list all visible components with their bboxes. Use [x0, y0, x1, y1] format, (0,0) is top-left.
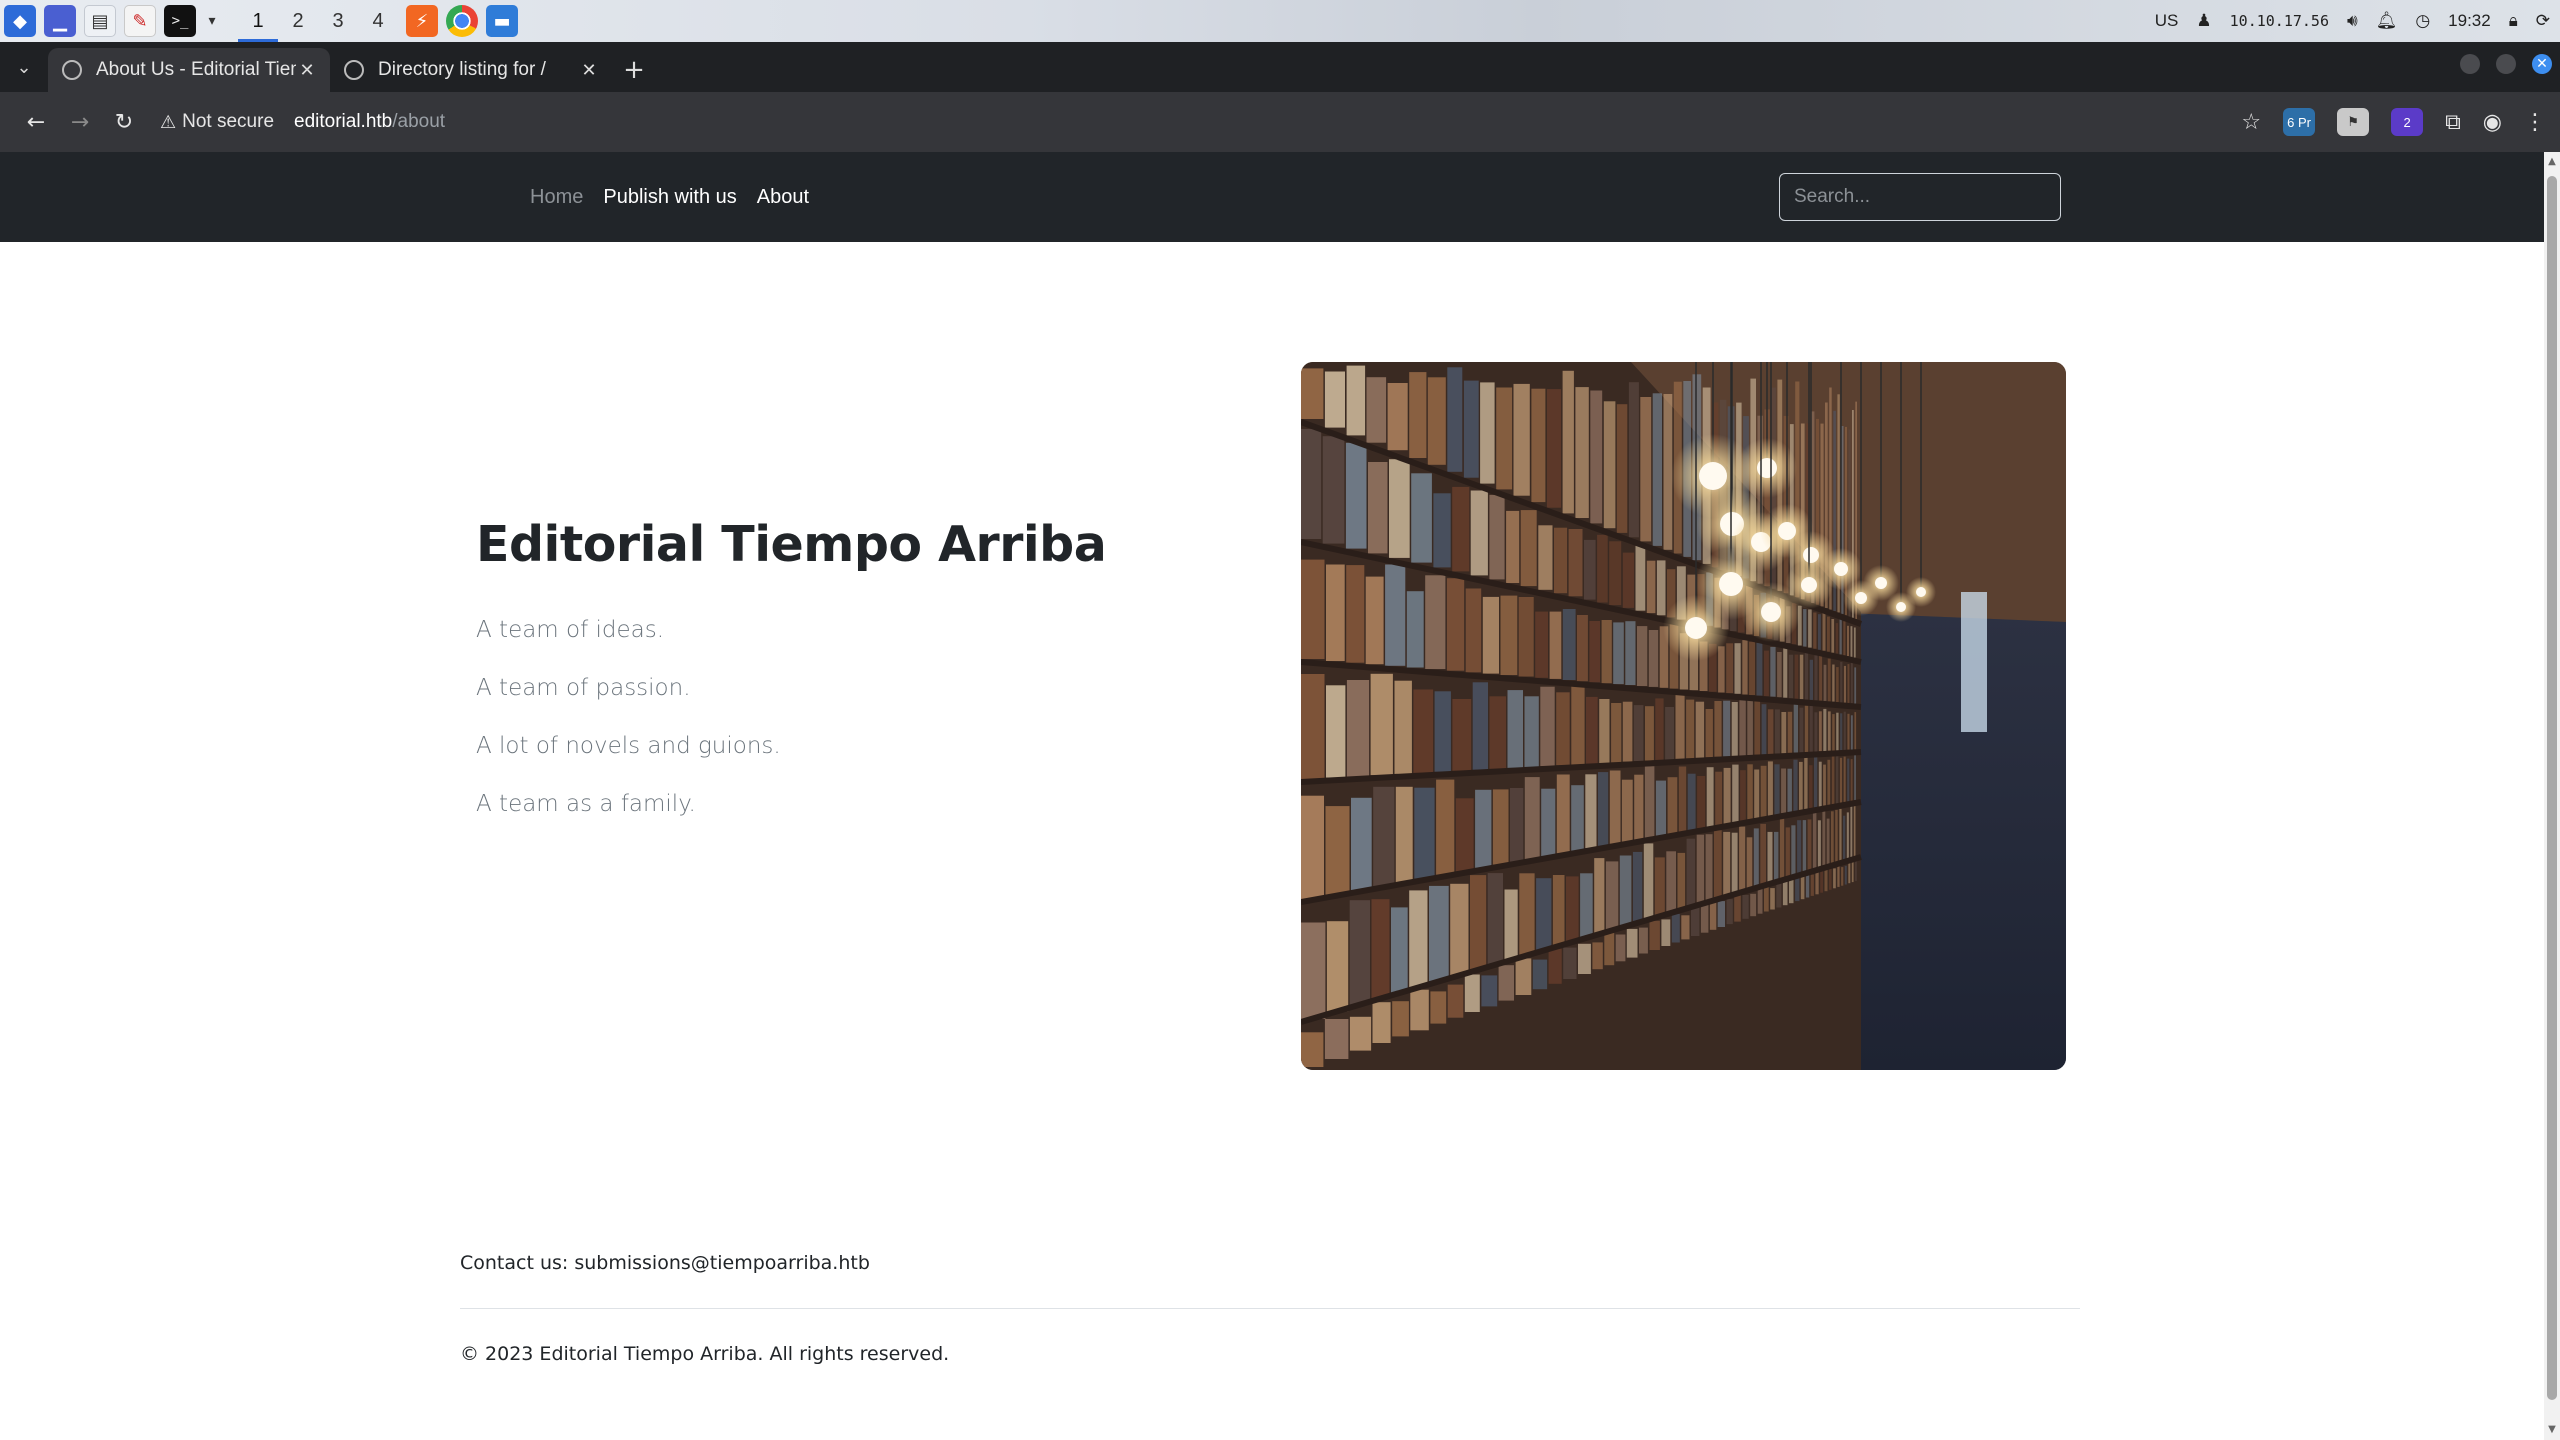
footer-copyright: © 2023 Editorial Tiempo Arriba. All righ… — [460, 1343, 950, 1365]
chrome-icon[interactable] — [446, 5, 478, 37]
profile-icon[interactable]: ◉ — [2483, 110, 2502, 135]
bookmark-star-icon[interactable]: ☆ — [2241, 110, 2261, 135]
folder-icon[interactable]: ▬ — [486, 5, 518, 37]
tab-directory-listing[interactable]: Directory listing for / ✕ — [330, 48, 612, 92]
power-icon[interactable]: ⟳ — [2536, 11, 2550, 31]
url-path: /about — [392, 111, 446, 132]
scroll-up-icon[interactable]: ▲ — [2544, 154, 2560, 170]
volume-icon[interactable]: 🔊︎ — [2347, 11, 2358, 31]
os-taskbar: ◆ ▁ ▤ ✎ >_ ▾ 1 2 3 4 ⚡ ▬ US ♟ 10.10.17.5… — [0, 0, 2560, 42]
browser-toolbar: ← → ↻ ⚠ Not secure editorial.htb /about … — [0, 92, 2560, 152]
kali-menu-icon[interactable]: ◆ — [4, 5, 36, 37]
library-illustration — [1301, 362, 2066, 1070]
library-bookshelf-image — [1301, 362, 2066, 1070]
workspace-4[interactable]: 4 — [358, 0, 398, 42]
nav-about-link[interactable]: About — [757, 186, 809, 209]
workspace-2[interactable]: 2 — [278, 0, 318, 42]
tab-about-us[interactable]: About Us - Editorial Tiem ✕ — [48, 48, 330, 92]
close-window-button[interactable]: ✕ — [2532, 54, 2552, 74]
back-button[interactable]: ← — [14, 100, 58, 144]
text-editor-icon[interactable]: ✎ — [124, 5, 156, 37]
tab-title: About Us - Editorial Tiem — [96, 59, 296, 80]
file-manager-icon[interactable]: ▤ — [84, 5, 116, 37]
chevron-down-icon[interactable]: ▾ — [204, 13, 220, 29]
clock-icon: ◷ — [2415, 11, 2431, 30]
search-input[interactable] — [1779, 173, 2061, 221]
warning-icon[interactable]: ⚠ — [160, 112, 176, 133]
forward-button[interactable]: → — [58, 100, 102, 144]
browser-tab-strip: ⌄ About Us - Editorial Tiem ✕ Directory … — [0, 42, 2560, 92]
page-scrollbar[interactable]: ▲ ▼ — [2544, 152, 2560, 1440]
new-tab-button[interactable]: + — [612, 48, 656, 92]
clock[interactable]: 19:32 — [2448, 11, 2491, 31]
nav-publish-link[interactable]: Publish with us — [603, 186, 736, 209]
proxy-extension-icon[interactable]: 6 Pr — [2283, 108, 2316, 136]
hero-line-4: A team as a family. — [476, 791, 696, 817]
vpn-icon[interactable]: ♟ — [2196, 11, 2211, 31]
footer-divider — [460, 1308, 2080, 1309]
footer-contact[interactable]: Contact us: submissions@tiempoarriba.htb — [460, 1252, 2080, 1274]
workspace-1[interactable]: 1 — [238, 0, 278, 42]
globe-icon — [344, 60, 364, 80]
globe-icon — [62, 60, 82, 80]
notification-bell-icon[interactable]: 🔔︎ — [2376, 11, 2398, 31]
security-label[interactable]: Not secure — [182, 111, 274, 133]
url-host: editorial.htb — [294, 111, 393, 132]
window-controls: ✕ — [2460, 54, 2552, 74]
nav-links: Home Publish with us About — [530, 152, 809, 242]
site-navbar: Home Publish with us About — [0, 152, 2544, 242]
scrollbar-thumb[interactable] — [2547, 176, 2557, 1400]
workspace-3[interactable]: 3 — [318, 0, 358, 42]
hero-line-3: A lot of novels and guions. — [476, 733, 781, 759]
close-icon[interactable]: ✕ — [578, 60, 600, 81]
ip-address: 10.10.17.56 — [2229, 12, 2329, 30]
terminal-icon[interactable]: >_ — [164, 5, 196, 37]
tab-search-icon[interactable]: ⌄ — [0, 42, 48, 92]
extensions-puzzle-icon[interactable]: ⧉ — [2445, 110, 2461, 135]
site-footer: Contact us: submissions@tiempoarriba.htb… — [460, 1252, 2080, 1365]
workspace-switcher: 1 2 3 4 — [238, 0, 398, 42]
keyboard-layout[interactable]: US — [2155, 11, 2179, 31]
tab-title: Directory listing for / — [378, 59, 546, 80]
hero-text: Editorial Tiempo Arriba A team of ideas.… — [476, 516, 1176, 817]
close-icon[interactable]: ✕ — [296, 60, 318, 81]
reload-button[interactable]: ↻ — [102, 100, 146, 144]
wappalyzer-extension-icon[interactable]: 2 — [2391, 108, 2424, 136]
burp-suite-icon[interactable]: ⚡ — [406, 5, 438, 37]
page-title: Editorial Tiempo Arriba — [476, 516, 1107, 573]
minimize-button[interactable] — [2460, 54, 2480, 74]
address-bar[interactable]: ⚠ Not secure editorial.htb /about — [160, 102, 445, 142]
kebab-menu-icon[interactable]: ⋮ — [2524, 110, 2546, 135]
maximize-button[interactable] — [2496, 54, 2516, 74]
desktop-icon[interactable]: ▁ — [44, 5, 76, 37]
scroll-down-icon[interactable]: ▼ — [2544, 1422, 2560, 1438]
page-viewport: Home Publish with us About Editorial Tie… — [0, 152, 2544, 1440]
hero-line-2: A team of passion. — [476, 675, 691, 701]
flag-extension-icon[interactable]: ⚑ — [2337, 108, 2370, 136]
lock-icon[interactable]: 🔒︎ — [2509, 11, 2518, 31]
hero-line-1: A team of ideas. — [476, 617, 665, 643]
nav-home-link[interactable]: Home — [530, 186, 583, 209]
